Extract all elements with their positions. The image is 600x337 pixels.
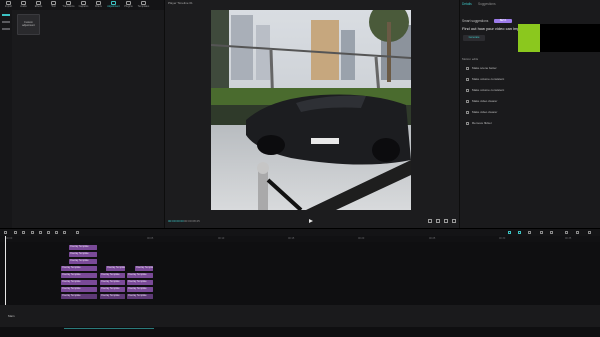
- fit-icon[interactable]: [588, 231, 591, 234]
- clip[interactable]: Overlay Template: [100, 294, 125, 299]
- toolbar-item-templates[interactable]: Templates: [137, 0, 150, 10]
- action-item[interactable]: Make volume consistent: [466, 76, 504, 82]
- wand-icon: [466, 66, 469, 70]
- toolbar-item-adjustment[interactable]: Adjustment: [107, 0, 120, 10]
- generate-button[interactable]: Generate: [463, 35, 485, 41]
- tab-suggestions[interactable]: Suggestions: [478, 2, 496, 6]
- side-nav-item[interactable]: [2, 21, 10, 23]
- toolbar-item-effects[interactable]: Effects: [32, 0, 45, 10]
- wand-icon: [466, 88, 469, 92]
- track-label: Main: [8, 314, 15, 318]
- current-time: 00:00:00:00: [168, 219, 184, 223]
- ruler-tick: 00:20: [358, 237, 365, 240]
- toolbar-item-audio[interactable]: Audio: [17, 0, 30, 10]
- suggestion-thumbnail-dark: [540, 24, 600, 52]
- ruler-tick: 00:35: [565, 237, 572, 240]
- play-button[interactable]: [309, 219, 313, 223]
- toolbar-item-filters[interactable]: Filters: [92, 0, 105, 10]
- toolbar-item-transitions[interactable]: Transitions: [62, 0, 75, 10]
- ruler-tick: 00:10: [218, 237, 225, 240]
- crop-icon[interactable]: [47, 231, 50, 234]
- action-item[interactable]: Make video clearer: [466, 109, 497, 115]
- custom-adjustment-label: Custom adjustment: [22, 21, 35, 27]
- wand-icon: [466, 77, 469, 81]
- action-item[interactable]: Make scene better: [466, 65, 497, 71]
- clip[interactable]: Overlay Template: [69, 245, 97, 250]
- clip[interactable]: Overlay Template: [127, 280, 153, 285]
- preview-axis-icon[interactable]: [540, 231, 543, 234]
- clip[interactable]: Overlay Template: [69, 259, 97, 264]
- clip[interactable]: Overlay Template: [135, 266, 153, 271]
- ruler-tick: 00:25: [429, 237, 436, 240]
- toolbar-item-text[interactable]: Text: [47, 0, 60, 10]
- wand-icon: [466, 121, 469, 125]
- mirror-icon[interactable]: [55, 231, 58, 234]
- clip[interactable]: Overlay Template: [100, 273, 125, 278]
- clip[interactable]: Overlay Template: [127, 287, 153, 292]
- link-icon[interactable]: [528, 231, 531, 234]
- magnet-icon[interactable]: [518, 231, 521, 234]
- ruler-tick: 00:15: [288, 237, 295, 240]
- clip[interactable]: Overlay Template: [127, 273, 153, 278]
- action-item[interactable]: Make volume consistent: [466, 87, 504, 93]
- clip[interactable]: Overlay Template: [61, 287, 97, 292]
- settings-icon[interactable]: [452, 219, 456, 223]
- motion-edits-title: Motion edits: [462, 57, 479, 61]
- ruler-tick: 00:00: [6, 237, 13, 240]
- custom-adjustment-card[interactable]: Custom adjustment: [17, 14, 40, 35]
- select-tool-icon[interactable]: [4, 231, 7, 234]
- ratio-icon[interactable]: [436, 219, 440, 223]
- toolbar-item-captions[interactable]: Captions: [77, 0, 90, 10]
- expand-icon[interactable]: [444, 219, 448, 223]
- action-item[interactable]: Make video clearer: [466, 98, 497, 104]
- clip[interactable]: Overlay Template: [61, 294, 97, 299]
- media-toolbar: Import Audio Effects Text Transitions Ca…: [0, 0, 164, 10]
- beta-badge: BETA: [494, 19, 512, 23]
- ruler-tick: 00:30: [499, 237, 506, 240]
- toolbar-item-plugins[interactable]: Plugins: [122, 0, 135, 10]
- rotate-icon[interactable]: [63, 231, 66, 234]
- wand-icon: [466, 110, 469, 114]
- suggestions-title: Smart suggestions: [462, 19, 489, 23]
- marker-icon[interactable]: [76, 231, 79, 234]
- split-icon[interactable]: [31, 231, 34, 234]
- suggestions-subtitle: Find out how your video can improve: [462, 26, 524, 31]
- ruler-tick: 00:05: [147, 237, 154, 240]
- action-item[interactable]: Remove flicker: [466, 120, 492, 126]
- clip[interactable]: Overlay Template: [106, 266, 125, 271]
- wand-icon: [466, 99, 469, 103]
- panel-side-nav: [0, 10, 12, 228]
- total-time: 00:00:08:25: [184, 219, 200, 223]
- clip[interactable]: Overlay Template: [69, 252, 97, 257]
- clip[interactable]: Overlay Template: [127, 294, 153, 299]
- fullscreen-icon[interactable]: [428, 219, 432, 223]
- side-nav-item[interactable]: [2, 28, 10, 30]
- main-track[interactable]: [0, 305, 600, 327]
- clip[interactable]: Overlay Template: [100, 280, 125, 285]
- redo-icon[interactable]: [22, 231, 25, 234]
- delete-icon[interactable]: [39, 231, 42, 234]
- player-title: Player Timeline 01: [168, 1, 193, 5]
- side-nav-item[interactable]: [2, 14, 10, 16]
- clip[interactable]: Overlay Template: [61, 280, 97, 285]
- playhead[interactable]: [5, 236, 6, 306]
- clip[interactable]: Overlay Template: [100, 287, 125, 292]
- tab-details[interactable]: Details: [462, 2, 472, 6]
- timeline-scrollbar[interactable]: [64, 328, 154, 329]
- zoom-slider-icon[interactable]: [565, 231, 568, 234]
- clip[interactable]: Overlay Template: [61, 273, 97, 278]
- record-icon[interactable]: [508, 231, 511, 234]
- clip[interactable]: Overlay Template: [61, 266, 97, 271]
- undo-icon[interactable]: [14, 231, 17, 234]
- toolbar-item-import[interactable]: Import: [2, 0, 15, 10]
- zoom-out-icon[interactable]: [550, 231, 553, 234]
- zoom-in-icon[interactable]: [576, 231, 579, 234]
- video-preview[interactable]: [211, 10, 411, 210]
- suggestion-thumbnail: [518, 24, 540, 52]
- media-panel: [0, 10, 165, 228]
- video-frame-image: [211, 10, 411, 210]
